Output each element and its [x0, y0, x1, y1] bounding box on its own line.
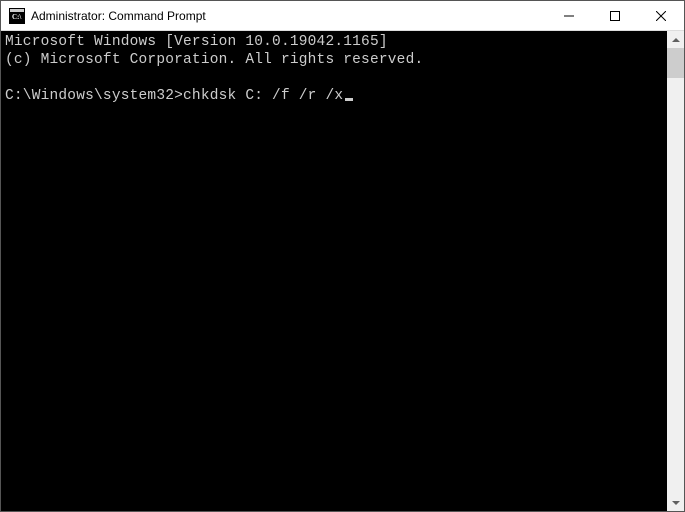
terminal-line-copyright: (c) Microsoft Corporation. All rights re… [5, 52, 423, 68]
terminal-command: chkdsk C: /f /r /x [183, 88, 343, 104]
terminal-prompt: C:\Windows\system32> [5, 88, 183, 104]
close-icon [656, 11, 666, 21]
chevron-down-icon [672, 499, 680, 507]
content-area: Microsoft Windows [Version 10.0.19042.11… [1, 31, 684, 511]
terminal-prompt-line: C:\Windows\system32>chkdsk C: /f /r /x [5, 88, 353, 104]
maximize-icon [610, 11, 620, 21]
scrollbar-thumb[interactable] [667, 48, 684, 78]
close-button[interactable] [638, 1, 684, 30]
svg-text:C:\: C:\ [12, 13, 22, 21]
scrollbar-down-button[interactable] [667, 494, 684, 511]
titlebar[interactable]: C:\ Administrator: Command Prompt [1, 1, 684, 31]
vertical-scrollbar[interactable] [667, 31, 684, 511]
minimize-button[interactable] [546, 1, 592, 30]
window-controls [546, 1, 684, 30]
terminal-cursor [345, 98, 353, 101]
command-prompt-window: C:\ Administrator: Command Prompt [0, 0, 685, 512]
terminal[interactable]: Microsoft Windows [Version 10.0.19042.11… [1, 31, 667, 511]
window-title: Administrator: Command Prompt [31, 9, 546, 23]
app-icon: C:\ [9, 8, 25, 24]
terminal-line-version: Microsoft Windows [Version 10.0.19042.11… [5, 34, 388, 50]
chevron-up-icon [672, 36, 680, 44]
scrollbar-up-button[interactable] [667, 31, 684, 48]
scrollbar-track[interactable] [667, 48, 684, 494]
maximize-button[interactable] [592, 1, 638, 30]
minimize-icon [564, 11, 574, 21]
